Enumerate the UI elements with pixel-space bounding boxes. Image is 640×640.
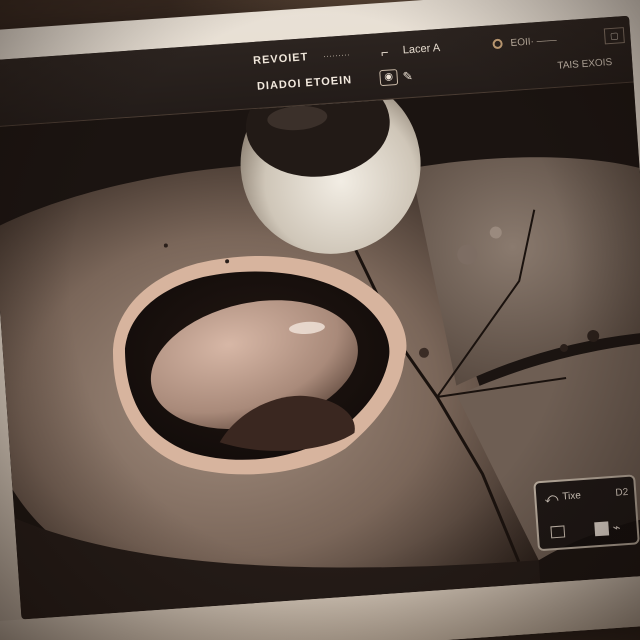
view-heading: DIADOI ETOEIN [256,74,353,93]
frame-icon[interactable] [550,525,566,539]
camera-icon[interactable]: ◉ [379,68,399,87]
app-subtitle: ········· [322,49,351,62]
trend-icon[interactable]: ⌁ [612,520,621,537]
back-arrow-icon[interactable]: ⤺ [544,490,559,507]
hud-label: Tixe [561,490,582,503]
layer-menu[interactable]: Lacer A [402,42,440,57]
toolbar-right-label: TAIS EXOIS [557,56,613,72]
color-swatch[interactable] [594,521,610,537]
app-title: REVOIET [252,51,309,67]
status-indicator-icon [492,38,503,50]
window-control-button[interactable]: ▢ [603,27,625,45]
hud-badge: D2 [615,486,629,499]
monitor-frame: REVOIET ········· ⌐ Lacer A EOII· —— ▢ D… [0,0,640,640]
pen-icon[interactable]: ✎ [402,69,413,84]
cursor-icon[interactable]: ⌐ [380,44,389,59]
status-text: EOII· —— [510,34,557,49]
app-screen: REVOIET ········· ⌐ Lacer A EOII· —— ▢ D… [0,15,640,620]
hud-panel[interactable]: ⤺ Tixe D2 ⌁ [533,474,640,552]
